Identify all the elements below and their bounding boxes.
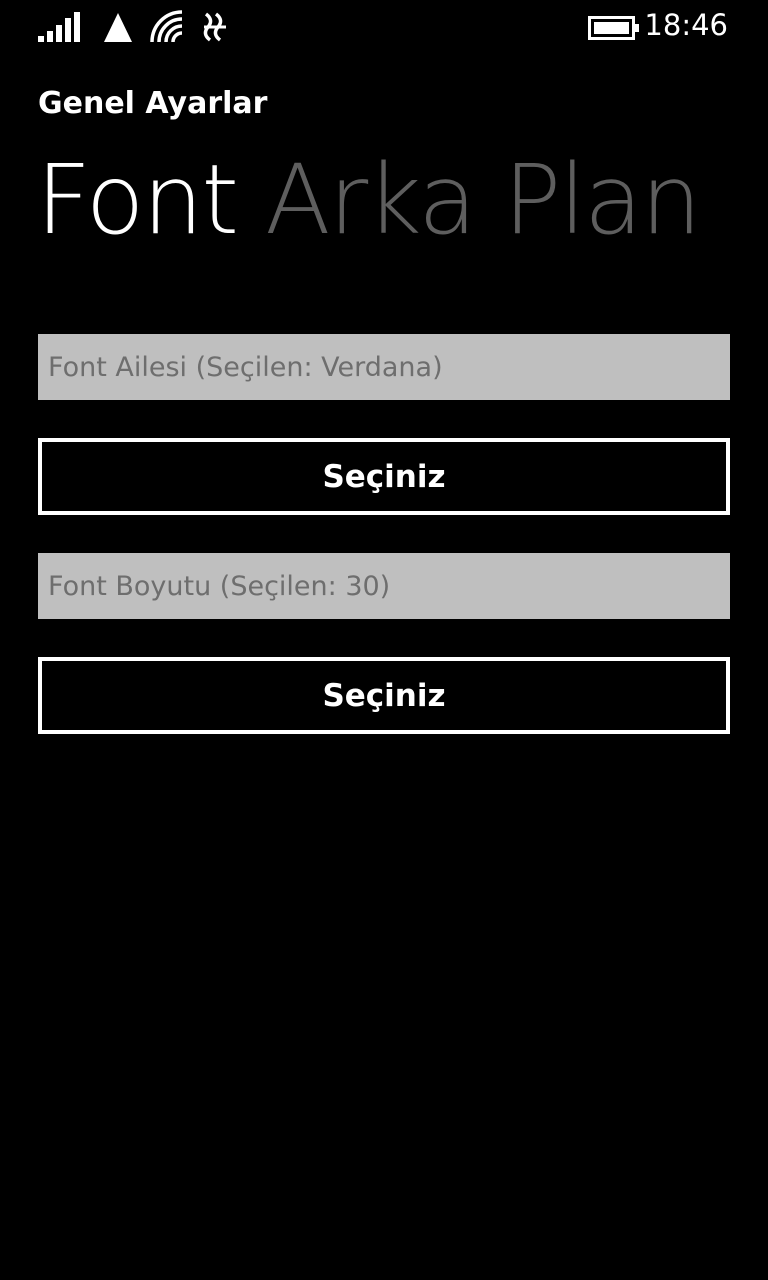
tab-arka-plan[interactable]: Arka Plan [265, 140, 702, 260]
app-title: Genel Ayarlar [38, 86, 268, 121]
mobile-data-icon [102, 10, 134, 44]
tab-font[interactable]: Font [36, 140, 239, 260]
status-bar: 18:46 [0, 0, 768, 56]
select-font-size-button[interactable]: Seçiniz [38, 657, 730, 734]
signal-strength-icon [38, 10, 86, 44]
wifi-icon [150, 10, 186, 44]
nfc-icon [200, 10, 230, 44]
pivot-header: Font Arka Plan [36, 140, 768, 260]
clock: 18:46 [644, 8, 728, 42]
font-family-field[interactable] [38, 334, 730, 400]
battery-icon [588, 16, 640, 50]
font-size-field[interactable] [38, 553, 730, 619]
select-font-family-button[interactable]: Seçiniz [38, 438, 730, 515]
